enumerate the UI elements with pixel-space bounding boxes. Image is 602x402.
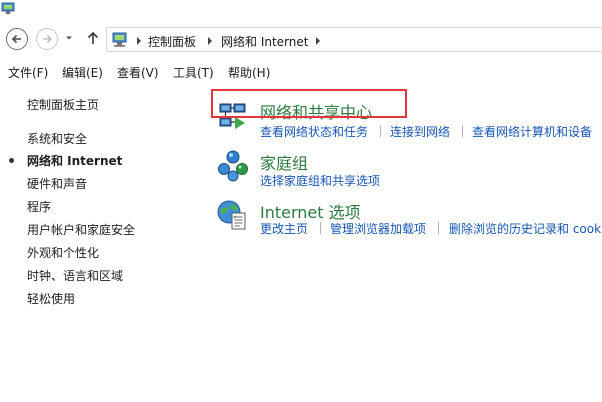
highlight-annotation-box — [211, 89, 407, 118]
sidebar-item-clock-region[interactable]: 时钟、语言和区域 — [27, 267, 123, 284]
link-change-homepage[interactable]: 更改主页 — [260, 220, 308, 237]
link-manage-addons[interactable]: 管理浏览器加载项 — [330, 220, 426, 237]
menu-edit[interactable]: 编辑(E) — [62, 64, 103, 81]
sidebar-home-link[interactable]: 控制面板主页 — [27, 96, 99, 113]
address-bar[interactable]: 控制面板 网络和 Internet — [106, 27, 602, 52]
menu-view[interactable]: 查看(V) — [117, 64, 159, 81]
link-divider — [462, 125, 463, 137]
sidebar-item-appearance[interactable]: 外观和个性化 — [27, 244, 99, 261]
control-panel-icon — [111, 31, 129, 52]
homegroup-icon — [218, 150, 248, 185]
internet-options-icon — [216, 199, 248, 234]
link-delete-history[interactable]: 删除浏览的历史记录和 cook — [449, 220, 601, 237]
menu-bar: 文件(F) 编辑(E) 查看(V) 工具(T) 帮助(H) — [0, 60, 602, 82]
up-button[interactable] — [86, 30, 100, 49]
sidebar-item-user-accounts[interactable]: 用户帐户和家庭安全 — [27, 221, 135, 238]
up-arrow-icon — [87, 31, 99, 44]
link-divider — [320, 222, 321, 234]
breadcrumb-separator-icon[interactable] — [207, 35, 213, 49]
sidebar-item-system-security[interactable]: 系统和安全 — [27, 130, 87, 147]
back-arrow-icon — [11, 34, 21, 44]
link-connect-network[interactable]: 连接到网络 — [390, 123, 450, 140]
breadcrumb-network-internet[interactable]: 网络和 Internet — [221, 33, 308, 50]
link-divider — [380, 125, 381, 137]
breadcrumb-separator-icon[interactable] — [136, 35, 142, 49]
link-divider — [438, 222, 439, 234]
forward-arrow-icon — [43, 34, 53, 44]
breadcrumb-separator-icon[interactable] — [315, 35, 321, 49]
chevron-down-icon — [66, 36, 72, 40]
menu-help[interactable]: 帮助(H) — [228, 64, 270, 81]
menu-file[interactable]: 文件(F) — [8, 64, 48, 81]
sidebar-item-hardware-sound[interactable]: 硬件和声音 — [27, 175, 87, 192]
current-location-bullet — [9, 158, 14, 163]
sidebar-item-network-internet: 网络和 Internet — [27, 154, 123, 168]
link-view-network-computers[interactable]: 查看网络计算机和设备 — [472, 123, 592, 140]
control-panel-app-icon — [1, 1, 15, 18]
title-bar — [0, 0, 602, 20]
navigation-bar: 控制面板 网络和 Internet — [0, 22, 602, 58]
sidebar-item-ease-of-access[interactable]: 轻松使用 — [27, 290, 75, 307]
recent-locations-dropdown[interactable] — [64, 32, 74, 46]
back-button[interactable] — [6, 28, 28, 50]
category-title-homegroup[interactable]: 家庭组 — [260, 150, 308, 174]
link-homegroup-options[interactable]: 选择家庭组和共享选项 — [260, 172, 380, 189]
sidebar-item-programs[interactable]: 程序 — [27, 198, 51, 215]
forward-button[interactable] — [36, 28, 58, 50]
menu-tools[interactable]: 工具(T) — [173, 64, 214, 81]
link-view-network-status[interactable]: 查看网络状态和任务 — [260, 123, 368, 140]
breadcrumb-control-panel[interactable]: 控制面板 — [148, 33, 196, 50]
